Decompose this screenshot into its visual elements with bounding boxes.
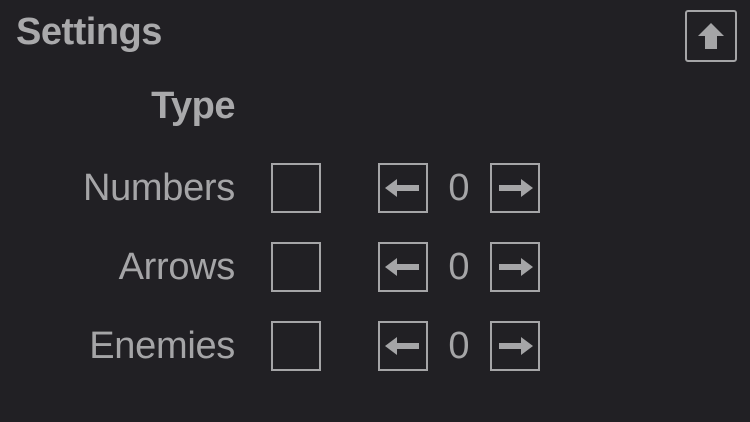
left-arrow-icon [385, 337, 419, 355]
row-label-numbers: Numbers [82, 167, 235, 209]
arrows-count: 0 [448, 246, 470, 288]
left-arrow-icon [385, 179, 419, 197]
settings-row-numbers: Numbers 0 [0, 162, 750, 214]
numbers-count: 0 [448, 167, 470, 209]
arrows-checkbox[interactable] [271, 242, 321, 292]
arrows-increase-button[interactable] [490, 242, 540, 292]
enemies-checkbox[interactable] [271, 321, 321, 371]
settings-row-enemies: Enemies 0 [0, 320, 750, 372]
right-arrow-icon [499, 179, 533, 197]
section-heading: Type [151, 85, 235, 127]
settings-row-arrows: Arrows 0 [0, 241, 750, 293]
row-label-arrows: Arrows [118, 246, 236, 288]
page-title: Settings [16, 11, 162, 53]
up-button[interactable] [685, 10, 737, 62]
arrows-decrease-button[interactable] [378, 242, 428, 292]
right-arrow-icon [499, 258, 533, 276]
enemies-count: 0 [448, 325, 470, 367]
right-arrow-icon [499, 337, 533, 355]
numbers-decrease-button[interactable] [378, 163, 428, 213]
left-arrow-icon [385, 258, 419, 276]
enemies-increase-button[interactable] [490, 321, 540, 371]
numbers-increase-button[interactable] [490, 163, 540, 213]
numbers-checkbox[interactable] [271, 163, 321, 213]
enemies-decrease-button[interactable] [378, 321, 428, 371]
up-arrow-icon [698, 23, 724, 49]
row-label-enemies: Enemies [89, 325, 235, 367]
